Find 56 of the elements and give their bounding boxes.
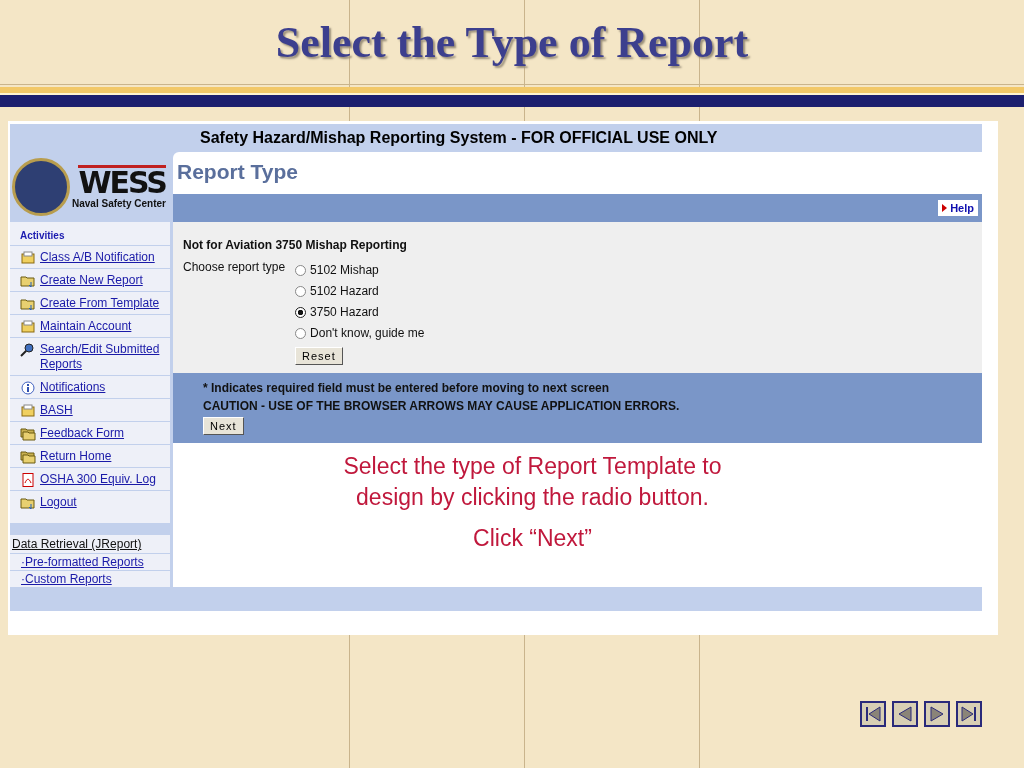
sidebar-item[interactable]: Create New Report [10,268,170,291]
sidebar-item[interactable]: Maintain Account [10,314,170,337]
sidebar-item[interactable]: Feedback Form [10,421,170,444]
footer-text: * Indicates required field must be entered before moving to next screen [203,381,611,395]
help-link[interactable]: Help [938,200,978,216]
sidebar-item[interactable]: Logout [10,490,170,513]
sidebar-item[interactable]: Return Home [10,444,170,467]
folder-icon [20,297,36,311]
search-icon [20,343,36,357]
sidebar-item[interactable]: OSHA 300 Equiv. Log [10,467,170,490]
sidebar-item[interactable]: Search/Edit Submitted Reports [10,337,170,375]
folders-icon [20,450,36,464]
seal-emblem [12,158,70,216]
radio-option[interactable]: Don't know, guide me [295,326,425,340]
logo-subtitle: Naval Safety Center [72,198,166,209]
logo-text: WESS [78,165,166,198]
info-icon [20,381,36,395]
radio-button[interactable] [295,327,307,339]
radio-button[interactable] [295,264,307,276]
next-button[interactable]: Next [203,417,244,435]
notice-text: Not for Aviation 3750 Mishap Reporting [183,238,408,252]
app-header: Safety Hazard/Mishap Reporting System - FOR OFFICIAL USE ONLY [199,128,719,148]
instruction-text: Click “Next” [473,525,592,552]
sidebar-link[interactable]: ·Custom Reports [10,570,170,587]
sidebar-item[interactable]: Create From Template [10,291,170,314]
folder-icon [20,496,36,510]
sidebar-item[interactable]: Notifications [10,375,170,398]
next-slide-button[interactable] [924,701,950,727]
first-slide-button[interactable] [860,701,886,727]
folder-icon [20,274,36,288]
radio-button[interactable] [295,306,307,318]
pdf-icon [20,473,36,487]
last-slide-button[interactable] [956,701,982,727]
field-label: Choose report type [183,260,286,276]
page-title: Report Type [176,159,299,185]
caption-text: Select the type of Report Template to design by clicking the radio button. [342,452,723,512]
caret-icon [942,204,948,212]
tray-icon [20,320,36,334]
prev-slide-button[interactable] [892,701,918,727]
sidebar-item[interactable]: BASH [10,398,170,421]
skip-arrow-icon [959,704,979,724]
footer-text: CAUTION - USE OF THE BROWSER ARROWS MAY CAUSE APPLICATION ERRORS. [203,399,681,413]
slide-title: Select the Type of Report [275,16,749,68]
radio-option[interactable]: 5102 Hazard [295,284,425,298]
reset-button[interactable]: Reset [295,347,343,365]
sidebar-link[interactable]: ·Pre-formatted Reports [10,553,170,570]
section-heading: Data Retrieval (JReport) [10,535,170,553]
tray-icon [20,251,36,265]
sidebar-heading: Activities [10,222,170,245]
radio-option[interactable]: 3750 Hazard [295,305,425,319]
tray-icon [20,404,36,418]
radio-button[interactable] [295,285,307,297]
skip-arrow-icon [863,704,883,724]
radio-option[interactable]: 5102 Mishap [295,263,425,277]
sidebar-item[interactable]: Class A/B Notification [10,245,170,268]
folders-icon [20,427,36,441]
